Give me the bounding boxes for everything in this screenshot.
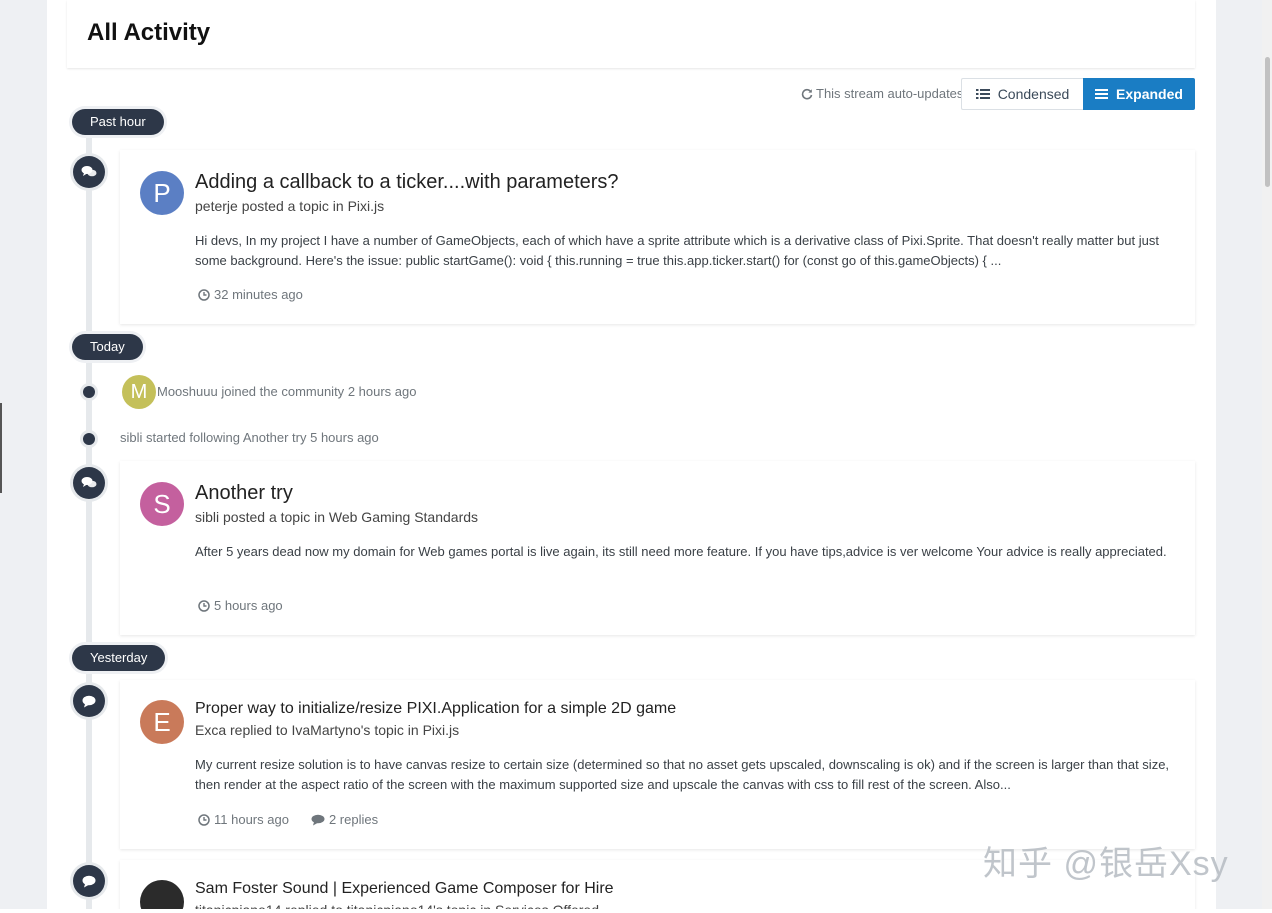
action-text: posted a topic in — [223, 509, 325, 525]
user-link[interactable]: sibli — [195, 509, 219, 525]
topic-title[interactable]: Adding a callback to a ticker....with pa… — [195, 171, 619, 194]
bottom-edge — [0, 909, 1272, 913]
time-text: 11 hours ago — [214, 812, 289, 827]
time-text: 2 hours ago — [347, 384, 417, 399]
time-text: 5 hours ago — [214, 598, 283, 613]
forum-link[interactable]: Pixi.js — [423, 722, 460, 738]
user-link[interactable]: Exca — [195, 722, 226, 738]
user-link[interactable]: Mooshuuu — [157, 384, 218, 399]
forum-link[interactable]: Web Gaming Standards — [329, 509, 478, 525]
clock-icon — [198, 599, 210, 612]
activity-card: S Another try sibli posted a topic in We… — [120, 461, 1195, 635]
topic-link[interactable]: Another try — [243, 430, 307, 445]
condensed-view-button[interactable]: Condensed — [961, 78, 1083, 110]
topic-excerpt: My current resize solution is to have ca… — [195, 757, 1170, 792]
timeline-dot — [83, 386, 95, 398]
avatar[interactable]: M — [122, 375, 156, 409]
condensed-label: Condensed — [997, 86, 1070, 102]
activity-card: E Proper way to initialize/resize PIXI.A… — [120, 680, 1195, 849]
card-footer: 11 hours ago 2 replies — [198, 812, 378, 827]
card-footer: 32 minutes ago — [198, 287, 303, 302]
follow-activity: sibli started following Another try 5 ho… — [120, 430, 379, 445]
timeline-line — [86, 130, 92, 913]
comments-icon — [73, 467, 105, 499]
refresh-icon — [801, 88, 813, 99]
timeline-dot — [83, 433, 95, 445]
watermark: 知乎 @银岳Xsy — [983, 845, 1229, 883]
avatar[interactable]: S — [140, 482, 184, 526]
activity-meta: peterje posted a topic in Pixi.js — [195, 198, 384, 214]
activity-card: P Adding a callback to a ticker....with … — [120, 150, 1195, 324]
list-icon — [975, 89, 990, 99]
activity-meta: Exca replied to IvaMartyno's topic in Pi… — [195, 722, 459, 738]
expanded-label: Expanded — [1116, 86, 1183, 102]
join-activity: Mooshuuu joined the community 2 hours ag… — [157, 384, 416, 399]
topic-title[interactable]: Proper way to initialize/resize PIXI.App… — [195, 700, 676, 718]
window-edge — [0, 403, 2, 493]
view-toggle: Condensed Expanded — [961, 78, 1195, 110]
auto-update-notice: This stream auto-updates — [801, 86, 963, 101]
topic-excerpt: Hi devs, In my project I have a number o… — [195, 233, 1159, 268]
clock-icon — [198, 288, 210, 301]
avatar[interactable]: E — [140, 700, 184, 744]
page-header: All Activity — [67, 0, 1195, 68]
action-text: started following — [146, 430, 240, 445]
time-text: 5 hours ago — [310, 430, 379, 445]
timeline-group-yesterday: Yesterday — [72, 645, 166, 671]
comments-icon — [73, 156, 105, 188]
avatar[interactable]: P — [140, 171, 184, 215]
time-text: 32 minutes ago — [214, 287, 303, 302]
scrollbar-thumb[interactable] — [1265, 57, 1270, 187]
replies-text: 2 replies — [328, 812, 379, 827]
forum-link[interactable]: Pixi.js — [348, 198, 385, 214]
timestamp[interactable]: 11 hours ago — [198, 812, 289, 827]
user-link[interactable]: peterje — [195, 198, 238, 214]
timestamp[interactable]: 5 hours ago — [198, 598, 283, 613]
action-text: posted a topic in — [241, 198, 344, 214]
clock-icon — [198, 813, 210, 826]
action-text: replied to — [230, 722, 288, 738]
topic-owner-link[interactable]: IvaMartyno's — [292, 722, 371, 738]
card-footer: 5 hours ago — [198, 598, 283, 613]
timeline-group-today: Today — [72, 334, 143, 360]
comment-icon — [311, 814, 325, 825]
menu-icon — [1095, 89, 1109, 99]
timeline-group-past-hour: Past hour — [72, 109, 164, 135]
topic-excerpt: After 5 years dead now my domain for Web… — [195, 544, 1167, 559]
expanded-view-button[interactable]: Expanded — [1083, 78, 1195, 110]
replies-count[interactable]: 2 replies — [311, 812, 378, 827]
page-title: All Activity — [87, 19, 211, 46]
user-link[interactable]: sibli — [120, 430, 142, 445]
action-text: joined the community — [221, 384, 345, 399]
comment-icon — [73, 865, 105, 897]
timestamp[interactable]: 32 minutes ago — [198, 287, 303, 302]
action-text-2: topic in — [374, 722, 419, 738]
topic-title[interactable]: Another try — [195, 482, 293, 505]
activity-meta: sibli posted a topic in Web Gaming Stand… — [195, 509, 478, 525]
topic-title[interactable]: Sam Foster Sound | Experienced Game Comp… — [195, 880, 614, 898]
comment-icon — [73, 685, 105, 717]
auto-update-label: This stream auto-updates — [816, 86, 964, 101]
